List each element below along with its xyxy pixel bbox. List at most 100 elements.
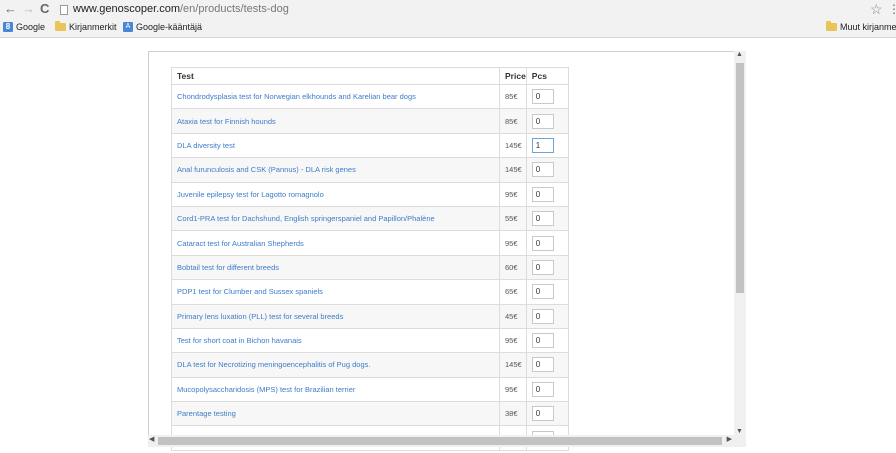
- tests-table: Test Price Pcs Chondrodysplasia test for…: [171, 67, 569, 451]
- test-cell: Mucopolysaccharidosis (MPS) test for Bra…: [171, 376, 500, 403]
- header-pcs: Pcs: [525, 67, 569, 85]
- bookmark-translate[interactable]: A Google-kääntäjä: [123, 22, 202, 32]
- scroll-left-icon[interactable]: ◀: [149, 435, 154, 443]
- quantity-input[interactable]: [531, 162, 554, 178]
- pcs-cell: [525, 132, 569, 159]
- translate-icon: A: [123, 22, 133, 32]
- scroll-down-icon[interactable]: ▼: [736, 428, 743, 435]
- table-row: Mucopolysaccharidosis (MPS) test for Bra…: [171, 376, 569, 403]
- pcs-cell: [525, 230, 569, 256]
- quantity-input[interactable]: [531, 333, 554, 349]
- bookmark-label: Google: [16, 22, 46, 32]
- vertical-scrollbar[interactable]: ▲ ▼: [734, 51, 746, 435]
- folder-icon: [55, 21, 66, 31]
- test-cell: Bobtail test for different breeds: [171, 254, 500, 281]
- price-cell: 38€: [499, 401, 527, 427]
- pcs-cell: [525, 279, 569, 305]
- test-cell: Juvenile epilepsy test for Lagotto romag…: [171, 181, 500, 207]
- price-cell: 85€: [499, 108, 527, 134]
- quantity-input[interactable]: [531, 89, 554, 105]
- quantity-input[interactable]: [531, 137, 554, 153]
- price-cell: 45€: [499, 303, 527, 329]
- horizontal-scroll-thumb[interactable]: [158, 437, 722, 445]
- price-cell: 95€: [499, 181, 527, 207]
- price-cell: 60€: [499, 254, 527, 281]
- test-link[interactable]: Primary lens luxation (PLL) test for sev…: [177, 312, 343, 321]
- table-row: Chondrodysplasia test for Norwegian elkh…: [171, 83, 569, 110]
- pcs-cell: [525, 327, 569, 354]
- test-cell: Cord1-PRA test for Dachshund, English sp…: [171, 205, 500, 232]
- page-icon: [60, 5, 68, 15]
- forward-arrow-icon[interactable]: →: [22, 2, 35, 16]
- browser-toolbar: ← → C www.genoscoper.com/en/products/tes…: [0, 0, 896, 20]
- table-row: Cataract test for Australian Shepherds 95…: [171, 230, 569, 256]
- test-cell: DLA test for Necrotizing meningoencephal…: [171, 352, 500, 378]
- test-link[interactable]: Anal furunculosis and CSK (Pannus) - DLA…: [177, 165, 356, 174]
- pcs-cell: [525, 376, 569, 403]
- test-link[interactable]: Ataxia test for Finnish hounds: [177, 117, 276, 126]
- test-link[interactable]: Parentage testing: [177, 409, 236, 418]
- quantity-input[interactable]: [531, 113, 554, 129]
- price-cell: 85€: [499, 83, 527, 110]
- table-row: Test for short coat in Bichon havanais 95…: [171, 327, 569, 354]
- bookmark-kirjanmerkit[interactable]: Kirjanmerkit: [55, 21, 117, 32]
- bookmark-google[interactable]: 8 Google: [3, 22, 45, 32]
- vertical-scroll-thumb[interactable]: [736, 63, 744, 293]
- test-link[interactable]: Cord1-PRA test for Dachshund, English sp…: [177, 214, 435, 223]
- test-link[interactable]: Juvenile epilepsy test for Lagotto romag…: [177, 190, 324, 199]
- quantity-input[interactable]: [531, 381, 554, 397]
- quantity-input[interactable]: [531, 284, 554, 300]
- test-link[interactable]: PDP1 test for Clumber and Sussex spaniel…: [177, 287, 323, 296]
- pcs-cell: [525, 205, 569, 232]
- table-row: Parentage testing 38€: [171, 401, 569, 427]
- test-cell: DLA diversity test: [171, 132, 500, 159]
- table-row: Cord1-PRA test for Dachshund, English sp…: [171, 205, 569, 232]
- address-bar[interactable]: www.genoscoper.com/en/products/tests-dog: [73, 3, 289, 15]
- test-cell: Chondrodysplasia test for Norwegian elkh…: [171, 83, 500, 110]
- price-cell: 145€: [499, 352, 527, 378]
- back-arrow-icon[interactable]: ←: [4, 2, 17, 16]
- price-cell: 95€: [499, 376, 527, 403]
- price-cell: 55€: [499, 205, 527, 232]
- bookmarks-bar: 8 Google Kirjanmerkit A Google-kääntäjä Mu…: [0, 20, 896, 38]
- price-cell: 145€: [499, 132, 527, 159]
- table-row: DLA test for Necrotizing meningoencephal…: [171, 352, 569, 378]
- bookmark-label: Kirjanmerkit: [69, 22, 117, 32]
- table-row: PDP1 test for Clumber and Sussex spaniel…: [171, 279, 569, 305]
- test-cell: Cataract test for Australian Shepherds: [171, 230, 500, 256]
- quantity-input[interactable]: [531, 235, 554, 251]
- test-link[interactable]: DLA diversity test: [177, 141, 235, 150]
- scroll-right-icon[interactable]: ▶: [727, 435, 732, 443]
- quantity-input[interactable]: [531, 186, 554, 202]
- reload-icon[interactable]: C: [40, 2, 49, 16]
- pcs-cell: [525, 352, 569, 378]
- horizontal-scrollbar[interactable]: ◀ ▶: [148, 435, 746, 447]
- test-link[interactable]: Mucopolysaccharidosis (MPS) test for Bra…: [177, 385, 355, 394]
- bookmark-other[interactable]: Muut kirjanmerk: [826, 21, 896, 32]
- test-link[interactable]: Cataract test for Australian Shepherds: [177, 239, 304, 248]
- test-cell: Parentage testing: [171, 401, 500, 427]
- price-cell: 95€: [499, 230, 527, 256]
- pcs-cell: [525, 157, 569, 183]
- test-link[interactable]: DLA test for Necrotizing meningoencephal…: [177, 360, 370, 369]
- test-cell: Test for short coat in Bichon havanais: [171, 327, 500, 354]
- quantity-input[interactable]: [531, 406, 554, 422]
- star-icon[interactable]: ☆: [870, 1, 883, 18]
- quantity-input[interactable]: [531, 357, 554, 373]
- test-link[interactable]: Bobtail test for different breeds: [177, 263, 279, 272]
- menu-icon[interactable]: ⋮: [888, 2, 896, 16]
- url-path: /en/products/tests-dog: [180, 3, 289, 15]
- header-test: Test: [171, 67, 500, 85]
- table-row: DLA diversity test 145€: [171, 132, 569, 159]
- scroll-up-icon[interactable]: ▲: [736, 51, 743, 58]
- bookmark-label: Muut kirjanmerk: [840, 22, 896, 32]
- price-cell: 65€: [499, 279, 527, 305]
- quantity-input[interactable]: [531, 308, 554, 324]
- quantity-input[interactable]: [531, 211, 554, 227]
- price-cell: 95€: [499, 327, 527, 354]
- test-link[interactable]: Chondrodysplasia test for Norwegian elkh…: [177, 92, 416, 101]
- quantity-input[interactable]: [531, 259, 554, 275]
- test-cell: Anal furunculosis and CSK (Pannus) - DLA…: [171, 157, 500, 183]
- test-link[interactable]: Test for short coat in Bichon havanais: [177, 336, 302, 345]
- pcs-cell: [525, 303, 569, 329]
